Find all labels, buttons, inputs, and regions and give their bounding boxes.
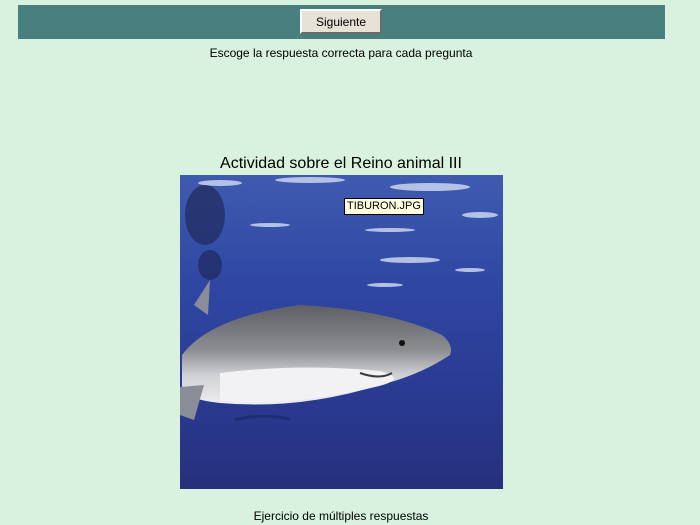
shark-image <box>180 175 503 489</box>
footer-text: Ejercicio de múltiples respuestas <box>253 509 429 523</box>
instructions-text: Escoge la respuesta correcta para cada p… <box>209 46 473 60</box>
next-button[interactable]: Siguiente <box>300 9 382 34</box>
activity-title: Actividad sobre el Reino animal III <box>220 155 462 172</box>
image-tooltip: TIBURON.JPG <box>344 198 424 215</box>
